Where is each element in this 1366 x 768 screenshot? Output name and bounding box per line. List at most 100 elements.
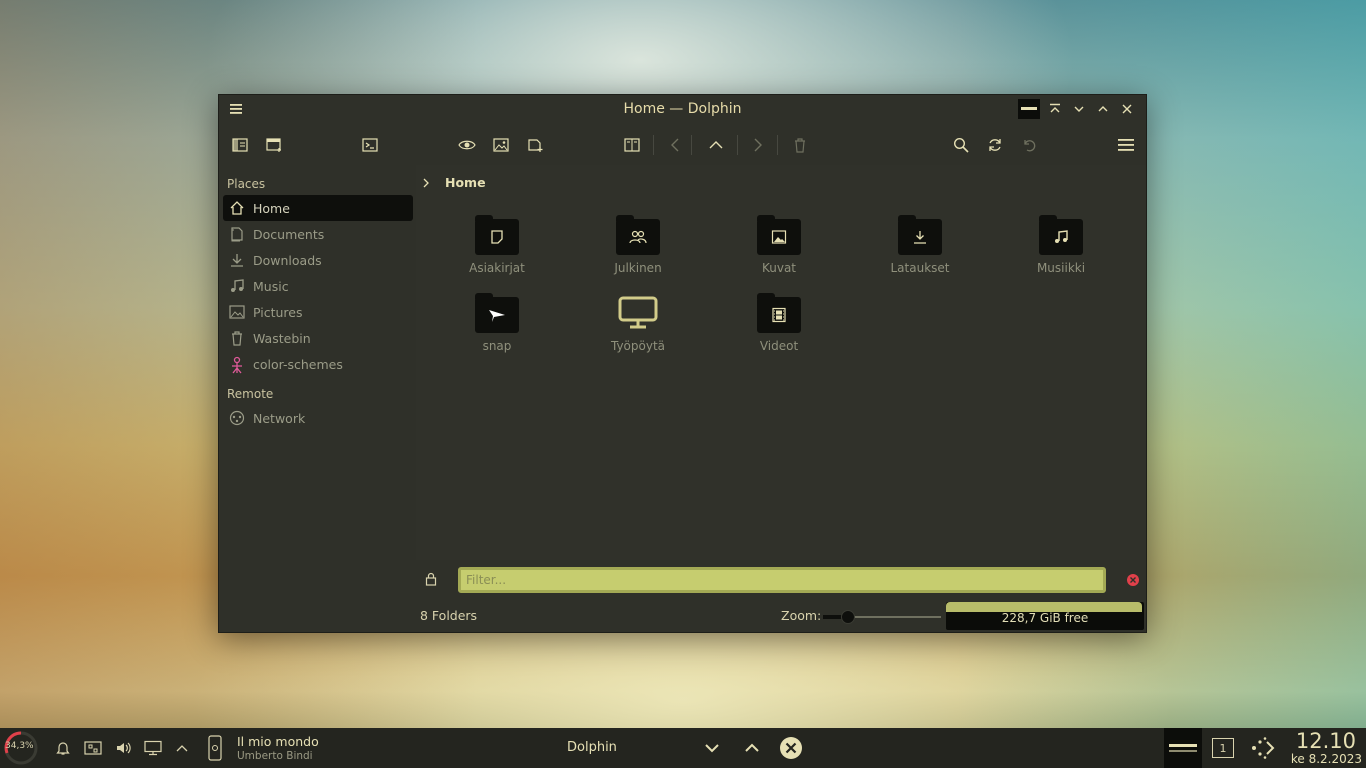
status-bar: 8 Folders Zoom: 228,7 GiB free <box>416 598 1146 632</box>
film-icon <box>771 307 787 323</box>
panels-icon[interactable] <box>227 132 253 158</box>
monitor-icon <box>618 296 658 330</box>
trash-icon[interactable] <box>787 132 813 158</box>
wastebin-icon <box>229 330 245 346</box>
cpu-usage-label: 34,3% <box>5 741 34 751</box>
chevron-right-icon <box>421 177 431 189</box>
sidebar-item-network[interactable]: Network <box>223 405 413 431</box>
chevron-down-icon[interactable] <box>702 728 722 768</box>
folder-item[interactable]: Asiakirjat <box>441 215 553 275</box>
sidebar-item-documents[interactable]: Documents <box>223 221 413 247</box>
up-icon[interactable] <box>703 132 729 158</box>
sidebar-item-label: Home <box>253 200 290 216</box>
zoom-slider-handle[interactable] <box>841 610 855 624</box>
filter-input[interactable]: Filter... <box>458 567 1106 593</box>
breadcrumb[interactable]: Home <box>421 175 486 190</box>
lock-icon[interactable] <box>424 572 438 586</box>
preview-eye-icon[interactable] <box>454 132 480 158</box>
folder-item[interactable]: Kuvat <box>723 215 835 275</box>
sidebar-item-music[interactable]: Music <box>223 273 413 299</box>
folder-name: Työpöytä <box>610 339 666 353</box>
sidebar-item-pictures[interactable]: Pictures <box>223 299 413 325</box>
folder-name: Videot <box>759 339 799 353</box>
network-icon <box>229 410 245 426</box>
sidebar-item-label: Downloads <box>253 252 322 268</box>
folder-name: Julkinen <box>614 261 662 275</box>
search-icon[interactable] <box>948 132 974 158</box>
sidebar-item-label: Documents <box>253 226 325 242</box>
folder-name: Lataukset <box>890 261 950 275</box>
folder-item[interactable]: Työpöytä <box>582 293 694 353</box>
maximize-icon[interactable] <box>1094 99 1112 119</box>
display-icon[interactable] <box>143 728 163 768</box>
disk-free-label: 228,7 GiB free <box>1001 611 1089 625</box>
screen-capture-icon[interactable] <box>83 728 103 768</box>
sidebar-item-label: Pictures <box>253 304 303 320</box>
downloads-icon <box>229 252 245 268</box>
disk-space-indicator[interactable]: 228,7 GiB free <box>946 602 1144 630</box>
tray-expand-icon[interactable] <box>172 728 192 768</box>
folder-item[interactable]: snap <box>441 293 553 353</box>
close-window-icon[interactable] <box>779 728 803 768</box>
task-title[interactable]: Dolphin <box>567 740 617 755</box>
folder-item[interactable]: Julkinen <box>582 215 694 275</box>
media-artist: Umberto Bindi <box>237 750 313 762</box>
folder-item[interactable]: Lataukset <box>864 215 976 275</box>
folder-name: Kuvat <box>761 261 797 275</box>
folder-item[interactable]: Videot <box>723 293 835 353</box>
sidebar-item-color-schemes[interactable]: color-schemes <box>223 351 413 377</box>
folder-name: Asiakirjat <box>469 261 525 275</box>
application-launcher-icon[interactable] <box>1250 728 1276 768</box>
pictures-icon <box>229 304 245 320</box>
folder-item[interactable]: Musiikki <box>1005 215 1117 275</box>
image-preview-icon[interactable] <box>488 132 514 158</box>
dolphin-window: Home — Dolphin Places Home Documents Dow… <box>218 94 1147 633</box>
home-icon <box>229 200 245 216</box>
folder-name: snap <box>482 339 512 353</box>
media-title[interactable]: Il mio mondo <box>237 734 319 749</box>
image-icon <box>771 229 787 245</box>
keep-above-icon[interactable] <box>1046 99 1064 119</box>
media-player-icon[interactable] <box>205 728 225 768</box>
minimize-icon[interactable] <box>1070 99 1088 119</box>
folder-name: Musiikki <box>1036 261 1086 275</box>
places-section-label: Places <box>227 177 266 191</box>
clear-filter-icon[interactable] <box>1126 573 1140 587</box>
shade-icon[interactable] <box>1018 99 1040 119</box>
back-icon[interactable] <box>662 132 688 158</box>
terminal-icon[interactable] <box>357 132 383 158</box>
users-icon <box>629 229 647 245</box>
undo-icon[interactable] <box>1016 132 1042 158</box>
reload-icon[interactable] <box>982 132 1008 158</box>
split-view-icon[interactable] <box>619 132 645 158</box>
snap-bird-icon <box>487 306 507 324</box>
window-title: Home — Dolphin <box>623 101 742 117</box>
new-tab-icon[interactable] <box>522 132 548 158</box>
sidebar-item-label: Wastebin <box>253 330 311 346</box>
sidebar-item-home[interactable]: Home <box>223 195 413 221</box>
volume-icon[interactable] <box>113 728 133 768</box>
notifications-icon[interactable] <box>53 728 73 768</box>
sidebar-item-label: Network <box>253 410 306 426</box>
sidebar-item-downloads[interactable]: Downloads <box>223 247 413 273</box>
clock-date: ke 8.2.2023 <box>1290 752 1362 766</box>
title-bar[interactable]: Home — Dolphin <box>219 95 1146 123</box>
task-manager-dolphin-icon[interactable] <box>1164 728 1202 768</box>
forward-icon[interactable] <box>745 132 771 158</box>
new-window-icon[interactable] <box>261 132 287 158</box>
clock-time[interactable]: 12.10 <box>1296 729 1356 753</box>
chevron-up-icon[interactable] <box>742 728 762 768</box>
virtual-desktop-pager[interactable]: 1 <box>1212 738 1234 758</box>
file-view[interactable]: Home Asiakirjat Julkinen Kuvat Lataukset <box>416 165 1146 560</box>
close-icon[interactable] <box>1118 99 1136 119</box>
document-icon <box>489 229 505 245</box>
music-note-icon <box>1053 229 1069 245</box>
hamburger-menu-icon[interactable] <box>1113 132 1139 158</box>
window-menu-icon[interactable] <box>229 102 243 116</box>
music-icon <box>229 278 245 294</box>
sidebar-item-wastebin[interactable]: Wastebin <box>223 325 413 351</box>
window-controls <box>1018 99 1136 119</box>
documents-icon <box>229 226 245 242</box>
breadcrumb-current[interactable]: Home <box>445 175 486 190</box>
color-schemes-icon <box>229 356 245 374</box>
